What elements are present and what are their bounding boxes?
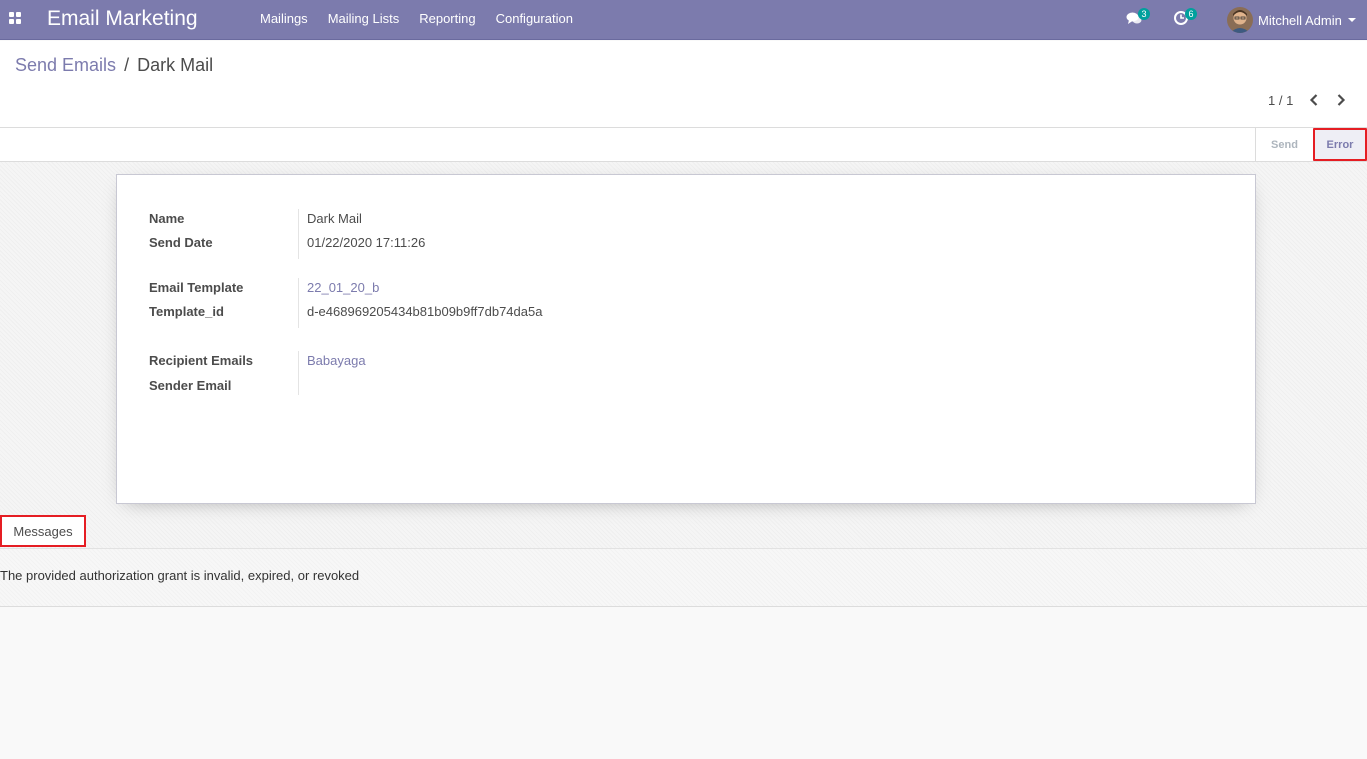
field-divider (298, 351, 299, 395)
control-panel: Send Emails / Dark Mail 1 / 1 (0, 41, 1367, 128)
user-name: Mitchell Admin (1258, 12, 1342, 28)
name-label: Name (149, 211, 185, 226)
menu-item-mailings[interactable]: Mailings (250, 0, 318, 40)
field-divider (298, 278, 299, 328)
breadcrumb-send-emails[interactable]: Send Emails (15, 55, 116, 75)
messages-count-badge: 3 (1138, 8, 1150, 20)
breadcrumb-separator: / (124, 55, 130, 75)
activities-menu-button[interactable]: 6 (1173, 8, 1197, 26)
avatar (1227, 7, 1253, 33)
menu-item-reporting[interactable]: Reporting (409, 0, 485, 40)
pager-value[interactable]: 1 / 1 (1268, 93, 1293, 108)
apps-menu-icon[interactable] (9, 12, 21, 24)
status-step-send[interactable]: Send (1255, 128, 1313, 161)
tab-messages[interactable]: Messages (0, 515, 86, 547)
recipient-emails-label: Recipient Emails (149, 353, 254, 368)
breadcrumb-current: Dark Mail (137, 55, 214, 75)
activities-count-badge: 6 (1185, 8, 1197, 20)
breadcrumb: Send Emails / Dark Mail (15, 55, 213, 76)
send-date-value: 01/22/2020 17:11:26 (307, 235, 426, 250)
template-id-label: Template_id (149, 304, 224, 319)
template-id-value: d-e468969205434b81b09b9ff7db74da5a (307, 304, 543, 319)
send-date-label: Send Date (149, 235, 213, 250)
main-menu: Mailings Mailing Lists Reporting Configu… (250, 0, 583, 40)
chevron-left-icon (1309, 94, 1318, 106)
messages-panel: The provided authorization grant is inva… (0, 548, 1367, 607)
pager-next-button[interactable] (1333, 92, 1349, 108)
pager-previous-button[interactable] (1306, 92, 1322, 108)
app-title[interactable]: Email Marketing (47, 7, 198, 31)
chevron-right-icon (1337, 94, 1346, 106)
email-template-link[interactable]: 22_01_20_b (307, 280, 379, 295)
status-bar: Send Error (0, 128, 1367, 162)
user-menu[interactable]: Mitchell Admin (1227, 5, 1356, 35)
recipient-emails-link[interactable]: Babayaga (307, 353, 366, 368)
top-navbar: Email Marketing Mailings Mailing Lists R… (0, 0, 1367, 40)
caret-down-icon (1347, 18, 1356, 22)
messaging-menu-button[interactable]: 3 (1126, 8, 1150, 26)
name-value: Dark Mail (307, 211, 362, 226)
email-template-label: Email Template (149, 280, 244, 295)
status-step-error[interactable]: Error (1313, 128, 1367, 161)
message-text: The provided authorization grant is inva… (0, 568, 360, 583)
menu-item-configuration[interactable]: Configuration (486, 0, 583, 40)
menu-item-mailing-lists[interactable]: Mailing Lists (318, 0, 410, 40)
sender-email-label: Sender Email (149, 378, 232, 393)
form-sheet: Name Dark Mail Send Date 01/22/2020 17:1… (116, 174, 1256, 504)
field-divider (298, 209, 299, 259)
